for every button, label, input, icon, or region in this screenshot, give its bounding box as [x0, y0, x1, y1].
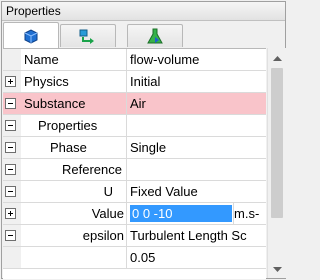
property-label: Name — [24, 52, 59, 67]
properties-panel: Properties Name flow-volume Physics Init… — [1, 1, 286, 279]
value-edit-field[interactable]: 0 0 -10 — [130, 205, 232, 222]
property-row-substance[interactable]: Substance Air — [3, 93, 266, 115]
property-value[interactable]: Single — [130, 137, 264, 158]
property-label: U — [103, 184, 113, 199]
expand-icon[interactable] — [5, 208, 16, 219]
vertical-scrollbar[interactable] — [267, 48, 286, 278]
scroll-down-arrow-icon[interactable] — [268, 262, 286, 278]
property-grid: Name flow-volume Physics Initial Substan… — [3, 48, 266, 279]
property-row-epsilon[interactable]: epsilon Turbulent Length Sc — [3, 225, 266, 247]
property-label: Value — [91, 206, 124, 221]
property-row-name[interactable]: Name flow-volume — [3, 49, 266, 71]
collapse-icon[interactable] — [5, 98, 16, 109]
flask-icon — [146, 28, 164, 45]
panel-title: Properties — [2, 2, 285, 21]
property-label: Substance — [24, 96, 86, 111]
property-value[interactable]: Fixed Value — [130, 181, 264, 202]
property-row-properties[interactable]: Properties — [3, 115, 266, 137]
collapse-icon[interactable] — [5, 120, 16, 131]
property-value-editor[interactable]: 0 0 -10 m.s- — [130, 203, 264, 224]
collapse-icon[interactable] — [5, 164, 16, 175]
property-label — [23, 247, 124, 268]
property-label: Reference — [62, 162, 122, 177]
flow-arrow-icon — [79, 28, 97, 44]
property-value[interactable]: Air — [130, 93, 264, 114]
scroll-up-arrow-icon[interactable] — [268, 50, 286, 66]
property-value[interactable]: flow-volume — [130, 49, 264, 70]
collapse-icon[interactable] — [5, 230, 16, 241]
unit-label: m.s- — [234, 206, 260, 221]
property-row-u[interactable]: U Fixed Value — [3, 181, 266, 203]
property-value[interactable]: Initial — [130, 71, 264, 92]
property-row-physics[interactable]: Physics Initial — [3, 71, 266, 93]
property-value[interactable]: 0.05 — [130, 247, 264, 268]
collapse-icon[interactable] — [5, 186, 16, 197]
property-label: Phase — [50, 140, 87, 155]
scrollbar-thumb[interactable] — [271, 68, 283, 218]
property-label: Properties — [38, 118, 98, 133]
cube-icon — [23, 28, 39, 44]
collapse-icon[interactable] — [5, 142, 16, 153]
property-label: Physics — [24, 74, 69, 89]
property-row-value[interactable]: Value 0 0 -10 m.s- — [3, 203, 266, 225]
property-row-phase[interactable]: Phase Single — [3, 137, 266, 159]
property-label: epsilon — [82, 228, 124, 243]
property-row-partial[interactable]: 0.05 — [3, 247, 266, 269]
expand-icon[interactable] — [5, 76, 16, 87]
property-value[interactable] — [130, 115, 264, 136]
tab-general[interactable] — [3, 22, 59, 48]
tab-strip — [2, 21, 285, 48]
property-value[interactable] — [130, 159, 264, 180]
tab-materials[interactable] — [127, 24, 183, 47]
property-value[interactable]: Turbulent Length Sc — [130, 225, 264, 246]
tab-flow[interactable] — [60, 24, 116, 47]
property-row-reference[interactable]: Reference — [3, 159, 266, 181]
